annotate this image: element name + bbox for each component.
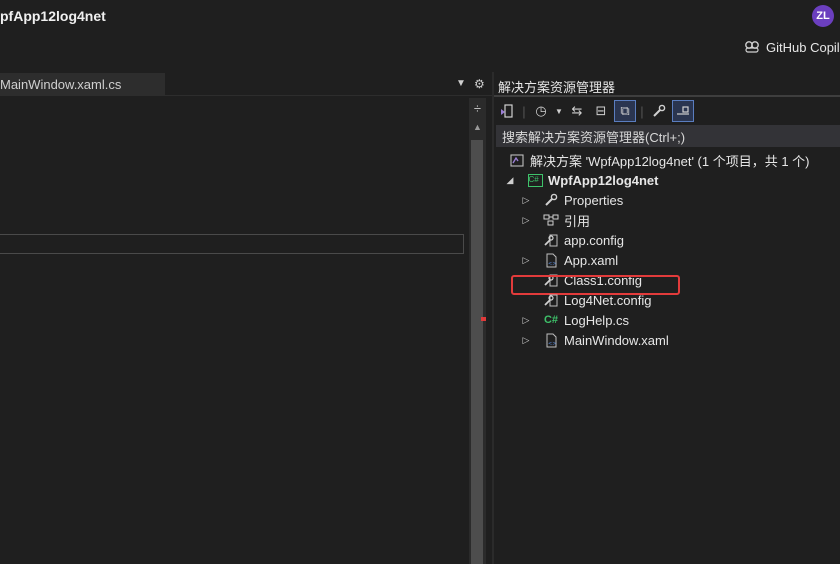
scrollbar-thumb[interactable] <box>471 140 483 564</box>
tree-item-loghelp-cs[interactable]: ▷ C# LogHelp.cs <box>520 310 630 330</box>
tree-project-node[interactable]: ◢ C# WpfApp12log4net <box>504 170 659 190</box>
scroll-up-arrow-icon[interactable]: ▲ <box>469 120 486 134</box>
collapsed-arrow-icon[interactable]: ▷ <box>520 215 532 226</box>
solution-explorer-toolbar: | ◷ ▼ ⇆ ⊟ ⧉ | <box>496 99 694 123</box>
xaml-file-icon: <> <box>542 332 560 348</box>
tree-item-label: MainWindow.xaml <box>564 332 669 348</box>
tree-item-label: app.config <box>564 232 624 248</box>
svg-text:<>: <> <box>548 261 556 267</box>
search-placeholder: 搜索解决方案资源管理器(Ctrl+;) <box>502 129 686 145</box>
config-file-icon <box>542 292 560 308</box>
tab-mainwindow-xaml-cs[interactable]: MainWindow.xaml.cs <box>0 73 165 96</box>
error-marker <box>481 317 486 321</box>
tree-item-references[interactable]: ▷ 引用 <box>520 210 590 230</box>
sync-icon[interactable]: ⇆ <box>566 100 588 122</box>
title-bar <box>0 0 840 72</box>
history-icon[interactable]: ◷ <box>530 100 552 122</box>
properties-wrench-icon[interactable] <box>648 100 670 122</box>
gear-icon[interactable]: ⚙ <box>474 77 485 91</box>
csharp-file-icon: C# <box>543 314 559 326</box>
tree-item-mainwindow-xaml[interactable]: ▷ <> MainWindow.xaml <box>520 330 669 350</box>
tree-solution-node[interactable]: 解决方案 'WpfApp12log4net' (1 个项目，共 1 个) <box>508 150 810 170</box>
split-editor-icon[interactable]: ÷ <box>469 98 486 118</box>
editor-area[interactable] <box>0 72 492 564</box>
app-title: pfApp12log4net <box>0 8 106 24</box>
solution-search-input[interactable]: 搜索解决方案资源管理器(Ctrl+;) <box>496 125 840 147</box>
tree-item-properties[interactable]: ▷ Properties <box>520 190 624 210</box>
references-icon <box>542 212 560 228</box>
solution-explorer-title: 解决方案资源管理器 <box>498 80 616 95</box>
svg-text:<>: <> <box>548 341 556 347</box>
solution-label: 解决方案 'WpfApp12log4net' (1 个项目，共 1 个) <box>530 153 810 169</box>
xaml-file-icon: <> <box>542 252 560 268</box>
chevron-down-icon[interactable]: ▼ <box>456 78 466 89</box>
github-copilot-button[interactable]: GitHub Copil <box>744 37 840 57</box>
title-underline <box>494 95 840 97</box>
tree-item-app-xaml[interactable]: ▷ <> App.xaml <box>520 250 619 270</box>
solution-icon <box>508 152 526 168</box>
tree-item-label: Properties <box>564 192 624 208</box>
collapsed-arrow-icon[interactable]: ▷ <box>520 255 532 266</box>
toolbar-separator: | <box>640 103 644 119</box>
editor-input-field[interactable] <box>0 234 464 254</box>
user-avatar[interactable]: ZL <box>812 5 834 27</box>
toolbar-separator: | <box>522 103 526 119</box>
tree-item-label: LogHelp.cs <box>564 312 630 328</box>
tree-item-label: Log4Net.config <box>564 292 652 308</box>
tree-item-label: App.xaml <box>564 252 619 268</box>
collapsed-arrow-icon[interactable]: ▷ <box>520 315 532 326</box>
copilot-icon <box>744 39 760 56</box>
show-all-files-icon[interactable]: ⧉ <box>614 100 636 122</box>
preview-icon[interactable] <box>672 100 694 122</box>
collapse-all-icon[interactable]: ⊟ <box>590 100 612 122</box>
tree-item-app-config[interactable]: app.config <box>532 230 624 250</box>
tab-label: MainWindow.xaml.cs <box>0 77 122 92</box>
expanded-arrow-icon[interactable]: ◢ <box>504 175 516 186</box>
wrench-icon <box>542 192 560 208</box>
tree-item-label: 引用 <box>564 213 591 229</box>
csharp-project-icon: C# <box>526 172 544 188</box>
copilot-label: GitHub Copil <box>766 39 840 55</box>
collapsed-arrow-icon[interactable]: ▷ <box>520 335 532 346</box>
tree-item-log4net-config[interactable]: Log4Net.config <box>532 290 651 310</box>
chevron-down-icon[interactable]: ▼ <box>554 100 564 122</box>
switch-views-icon[interactable] <box>496 100 518 122</box>
project-label: WpfApp12log4net <box>548 172 659 188</box>
collapsed-arrow-icon[interactable]: ▷ <box>520 195 532 206</box>
config-file-icon <box>542 232 560 248</box>
